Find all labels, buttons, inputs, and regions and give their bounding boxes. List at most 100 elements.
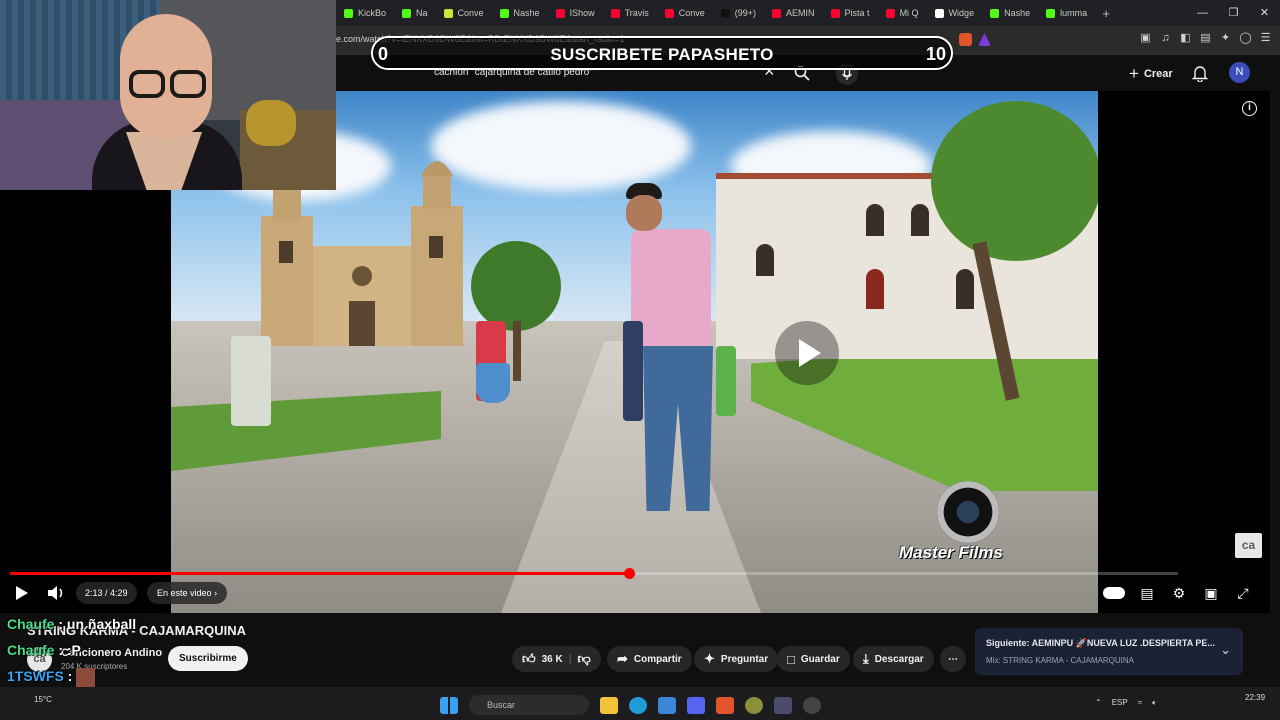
store-icon[interactable] — [658, 696, 676, 714]
taskbar-clock[interactable]: 22:39 — [1245, 693, 1265, 702]
speaker-icon[interactable]: 🔈︎ — [1152, 698, 1157, 708]
browser-tab[interactable]: IShow — [548, 0, 603, 26]
close-window-icon[interactable]: ✕ — [1249, 0, 1280, 26]
brave-rewards-icon[interactable] — [978, 33, 991, 46]
settings-gear-icon[interactable]: ⚙ — [1169, 584, 1189, 602]
save-button[interactable]: □ Guardar — [777, 646, 850, 672]
restore-icon[interactable]: ❐ — [1218, 0, 1249, 26]
next-up-card[interactable]: Siguiente: AEMINPU 🚀NUEVA LUZ .DESPIERTA… — [975, 628, 1243, 675]
player-right-controls: ▤ ⚙ ▣ ⤢ — [1103, 584, 1253, 602]
volume-icon[interactable] — [45, 582, 67, 604]
editor-icon[interactable] — [774, 696, 792, 714]
subscribe-button[interactable]: Suscribirme — [168, 646, 248, 671]
fullscreen-icon[interactable]: ⤢ — [1233, 584, 1253, 602]
tab-label: (99+) — [734, 8, 757, 18]
bookmark-icon: □ — [787, 651, 795, 667]
goal-target: 10 — [925, 44, 946, 64]
weather-widget[interactable]: 15°C — [34, 695, 52, 704]
new-tab-button[interactable]: + — [1095, 6, 1117, 21]
ask-label: Preguntar — [720, 653, 769, 665]
browser-tab[interactable]: (99+) — [713, 0, 764, 26]
toolbar-icons: ▣ ♫ ◧ ▤ ✦ ◯ ☰ — [1139, 32, 1272, 45]
browser-tab[interactable]: Travis — [603, 0, 657, 26]
progress-bar[interactable] — [10, 568, 1178, 579]
browser-tab[interactable]: Nashe — [982, 0, 1038, 26]
download-button[interactable]: ⤓ Descargar — [853, 646, 934, 672]
leo-ai-icon[interactable]: ✦ — [1219, 32, 1232, 45]
tab-favicon-icon — [720, 8, 730, 18]
tab-favicon-icon — [772, 8, 782, 18]
browser-tab[interactable]: KickBo — [336, 0, 394, 26]
ask-button[interactable]: ✦ Preguntar — [694, 646, 779, 672]
theater-mode-icon[interactable]: ▣ — [1201, 584, 1221, 602]
obs-icon[interactable] — [803, 696, 821, 714]
chapters-button[interactable]: En este video › — [147, 582, 228, 604]
tab-label: Na — [416, 8, 428, 18]
start-icon[interactable] — [440, 696, 458, 714]
tab-favicon-icon — [830, 8, 840, 18]
taskbar-search[interactable]: Buscar — [469, 695, 589, 715]
chapters-label: En este video — [157, 588, 212, 598]
account-avatar[interactable]: N — [1229, 62, 1250, 83]
edge-icon[interactable] — [629, 696, 647, 714]
chat-text: : :P — [54, 642, 81, 658]
tab-label: Conve — [457, 8, 484, 18]
channel-watermark[interactable]: ca — [1235, 533, 1262, 558]
chevron-down-icon[interactable]: ⌄ — [1220, 642, 1231, 658]
brave-shield-icons — [959, 33, 991, 46]
browser-tab[interactable]: Na — [394, 0, 436, 26]
language-indicator[interactable]: ESP — [1112, 698, 1128, 708]
app-icon[interactable] — [745, 696, 763, 714]
subtitles-icon[interactable]: ▤ — [1137, 584, 1157, 602]
browser-tab[interactable]: Pista t — [823, 0, 878, 26]
browser-tab[interactable]: Conve — [657, 0, 713, 26]
browser-tab-strip: KickBo Na Conve Nashe IShow Travis Conve (99+) A… — [336, 0, 1280, 26]
browser-tab[interactable]: lumma — [1038, 0, 1095, 26]
discord-icon[interactable] — [687, 696, 705, 714]
info-icon[interactable]: i — [1242, 101, 1257, 116]
autoplay-toggle[interactable] — [1103, 587, 1125, 599]
browser-tab[interactable]: AEMIN — [764, 0, 823, 26]
taskbar-apps: Buscar — [440, 695, 821, 715]
chat-emote-icon — [76, 668, 96, 687]
media-icon[interactable]: ♫ — [1159, 32, 1172, 45]
progress-scrubber[interactable] — [624, 568, 636, 579]
more-actions-button[interactable]: ⋯ — [940, 646, 966, 672]
minimize-icon[interactable]: — — [1187, 0, 1218, 26]
create-button[interactable]: + Crear — [1129, 64, 1173, 84]
chat-text: : — [63, 668, 73, 685]
glasses — [129, 70, 165, 98]
chevron-right-icon: › — [214, 588, 218, 598]
next-up-title: Siguiente: AEMINPU 🚀NUEVA LUZ .DESPIERTA… — [986, 638, 1215, 648]
tab-label: Mi Q — [899, 8, 919, 18]
screenshot-icon[interactable]: ▣ — [1139, 32, 1152, 45]
brave-icon[interactable] — [716, 696, 734, 714]
tab-favicon-icon — [664, 8, 674, 18]
like-button[interactable]: 👍︎ 36 K | 👎︎ — [512, 646, 601, 672]
browser-tab[interactable]: Widge — [927, 0, 983, 26]
play-overlay-icon[interactable] — [775, 321, 839, 385]
wallet-icon[interactable]: ▤ — [1199, 32, 1212, 45]
brave-shield-icon[interactable] — [959, 33, 972, 46]
tab-label: KickBo — [358, 8, 387, 18]
play-icon[interactable] — [10, 582, 32, 604]
browser-tab[interactable]: Nashe — [492, 0, 548, 26]
share-icon: ➦ — [617, 651, 628, 666]
vpn-icon[interactable]: ◯ — [1239, 32, 1252, 45]
tray-chevron-icon[interactable]: ⌃ — [1095, 698, 1102, 708]
file-explorer-icon[interactable] — [600, 696, 618, 714]
browser-tab[interactable]: Mi Q — [878, 0, 927, 26]
thumbs-down-icon[interactable]: 👎︎ — [578, 651, 591, 667]
wifi-icon[interactable]: ≈ — [1138, 698, 1142, 708]
notifications-bell-icon[interactable] — [1192, 64, 1208, 82]
browser-tab[interactable]: Conve — [436, 0, 492, 26]
share-button[interactable]: ➦ Compartir — [607, 646, 692, 672]
download-icon: ⤓ — [863, 651, 869, 666]
chat-message: Chaufe : :P — [7, 642, 81, 658]
sidebar-icon[interactable]: ◧ — [1179, 32, 1192, 45]
camera-lens-icon — [937, 481, 999, 543]
tab-favicon-icon — [1046, 8, 1056, 18]
menu-icon[interactable]: ☰ — [1259, 32, 1272, 45]
tab-label: Travis — [624, 8, 649, 18]
time-display: 2:13 / 4:29 — [76, 582, 137, 604]
